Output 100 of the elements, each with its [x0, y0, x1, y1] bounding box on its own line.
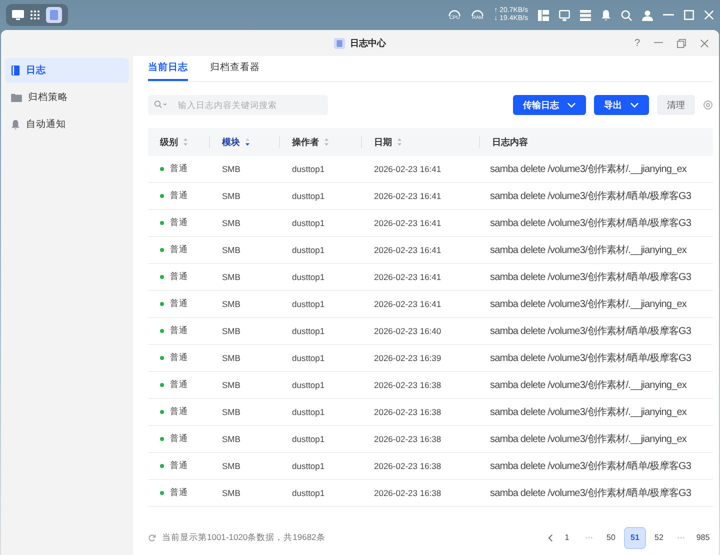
- table-cell: 普通: [170, 379, 188, 392]
- record-summary: 当前显示第1001-1020条数据，共19682条: [162, 532, 326, 544]
- refresh-icon[interactable]: [148, 534, 156, 542]
- window-title: 日志中心: [350, 36, 386, 50]
- table-cell: dusttop1: [292, 272, 325, 282]
- close-icon[interactable]: [700, 38, 709, 48]
- monitor-icon[interactable]: [12, 10, 24, 20]
- table-cell: 2026-02-23 16:38: [374, 407, 442, 418]
- clear-button[interactable]: 清理: [657, 95, 695, 116]
- table-cell: SMB: [222, 353, 240, 364]
- table-cell: SMB: [222, 245, 240, 256]
- minimize-icon[interactable]: [654, 42, 663, 44]
- table-cell: 2026-02-23 16:41: [374, 191, 442, 202]
- table-cell: 普通: [170, 352, 188, 364]
- table-cell: SMB: [222, 218, 240, 228]
- table-cell: dusttop1: [292, 407, 325, 418]
- table-cell: samba delete /volume3/创作素材/晒单/极摩客G3: [490, 488, 692, 500]
- page-button[interactable]: 1: [557, 528, 577, 548]
- table-cell: 普通: [170, 190, 188, 202]
- sort-icon[interactable]: [245, 138, 250, 146]
- list-icon[interactable]: [580, 10, 591, 20]
- page-button[interactable]: 985: [693, 528, 713, 548]
- column-header: 操作者: [292, 136, 319, 149]
- dropdown-button[interactable]: 传输日志: [513, 95, 586, 116]
- maximize-icon[interactable]: [684, 10, 694, 20]
- table-cell: samba delete /volume3/创作素材/.__jianying_ex: [490, 245, 686, 256]
- bell-icon[interactable]: [601, 10, 611, 20]
- panel-icon[interactable]: [538, 10, 549, 20]
- table-cell: 2026-02-23 16:39: [374, 353, 442, 364]
- apps-grid-icon[interactable]: [30, 10, 40, 20]
- gauge-icon[interactable]: [471, 9, 484, 16]
- log-app-icon: [334, 38, 345, 48]
- table-cell: 2026-02-23 16:38: [374, 380, 442, 390]
- table-cell: SMB: [222, 299, 240, 310]
- table-cell: 普通: [170, 217, 188, 230]
- tab[interactable]: 当前日志: [148, 56, 188, 81]
- column-header: 级别: [160, 136, 178, 149]
- page-button[interactable]: 51: [625, 528, 645, 548]
- table-cell: SMB: [222, 191, 240, 202]
- table-cell: samba delete /volume3/创作素材/晒单/极摩客G3: [490, 326, 692, 338]
- table-cell: samba delete /volume3/创作素材/.__jianying_ex: [490, 299, 686, 310]
- table-cell: dusttop1: [292, 218, 325, 228]
- table-cell: 普通: [170, 298, 188, 310]
- table-cell: samba delete /volume3/创作素材/晒单/极摩客G3: [490, 272, 692, 284]
- table-cell: SMB: [222, 488, 240, 498]
- minimize-icon[interactable]: [663, 14, 674, 16]
- tab[interactable]: 归档查看器: [210, 56, 260, 81]
- table-cell: SMB: [222, 407, 240, 418]
- search-icon: [154, 100, 168, 110]
- table-cell: samba delete /volume3/创作素材/晒单/极摩客G3: [490, 191, 692, 202]
- table-cell: 2026-02-23 16:38: [374, 488, 442, 498]
- dropdown-button[interactable]: 导出: [594, 95, 649, 116]
- table-cell: samba delete /volume3/创作素材/晒单/极摩客G3: [490, 461, 692, 472]
- sidebar-item[interactable]: 自动通知: [5, 112, 129, 137]
- page-button[interactable]: 52: [649, 528, 669, 548]
- table-cell: SMB: [222, 326, 240, 336]
- bell-icon: [11, 120, 20, 130]
- column-header: 日期: [374, 136, 392, 149]
- restore-icon[interactable]: [677, 38, 686, 48]
- table-cell: 普通: [170, 460, 188, 472]
- settings-icon[interactable]: [703, 100, 713, 110]
- search-icon[interactable]: [621, 10, 632, 20]
- table-cell: SMB: [222, 461, 240, 472]
- table-cell: samba delete /volume3/创作素材/.__jianying_ex: [490, 434, 686, 446]
- chevron-down-icon: [567, 102, 576, 108]
- table-cell: 普通: [170, 487, 188, 500]
- table-cell: 2026-02-23 16:41: [374, 299, 442, 310]
- table-cell: 普通: [170, 433, 188, 446]
- table-cell: samba delete /volume3/创作素材/.__jianying_ex: [490, 407, 686, 418]
- table-cell: SMB: [222, 380, 240, 390]
- sidebar-item[interactable]: 归档策略: [5, 85, 129, 110]
- page-button[interactable]: 50: [601, 528, 621, 548]
- monitor-icon[interactable]: [559, 10, 570, 20]
- table-cell: 普通: [170, 271, 188, 284]
- table-cell: dusttop1: [292, 299, 325, 310]
- table-cell: 普通: [170, 325, 188, 338]
- table-cell: 2026-02-23 16:38: [374, 434, 442, 444]
- table-cell: samba delete /volume3/创作素材/.__jianying_ex: [490, 164, 686, 176]
- table-cell: samba delete /volume3/创作素材/.__jianying_ex: [490, 380, 686, 392]
- table-cell: dusttop1: [292, 488, 325, 498]
- table-cell: dusttop1: [292, 434, 325, 444]
- sidebar-item[interactable]: 日志: [5, 58, 129, 83]
- user-icon[interactable]: [642, 10, 653, 20]
- log-app-icon[interactable]: [46, 7, 62, 23]
- folder-icon: [11, 93, 22, 102]
- table-cell: 2026-02-23 16:41: [374, 164, 442, 174]
- help-button[interactable]: ?: [634, 38, 640, 48]
- chevron-left-icon[interactable]: [548, 534, 553, 542]
- table-cell: SMB: [222, 434, 240, 444]
- table-cell: dusttop1: [292, 245, 325, 256]
- page-ellipsis: ···: [676, 533, 686, 542]
- table-cell: dusttop1: [292, 164, 325, 174]
- page-ellipsis: ···: [584, 533, 594, 542]
- table-cell: 普通: [170, 244, 188, 256]
- table-cell: dusttop1: [292, 461, 325, 472]
- table-cell: samba delete /volume3/创作素材/晒单/极摩客G3: [490, 353, 692, 364]
- gauge-icon[interactable]: [448, 9, 462, 16]
- table-cell: dusttop1: [292, 353, 325, 364]
- table-cell: samba delete /volume3/创作素材/晒单/极摩客G3: [490, 218, 692, 230]
- search-field[interactable]: 输入日志内容关键词搜索: [148, 95, 328, 116]
